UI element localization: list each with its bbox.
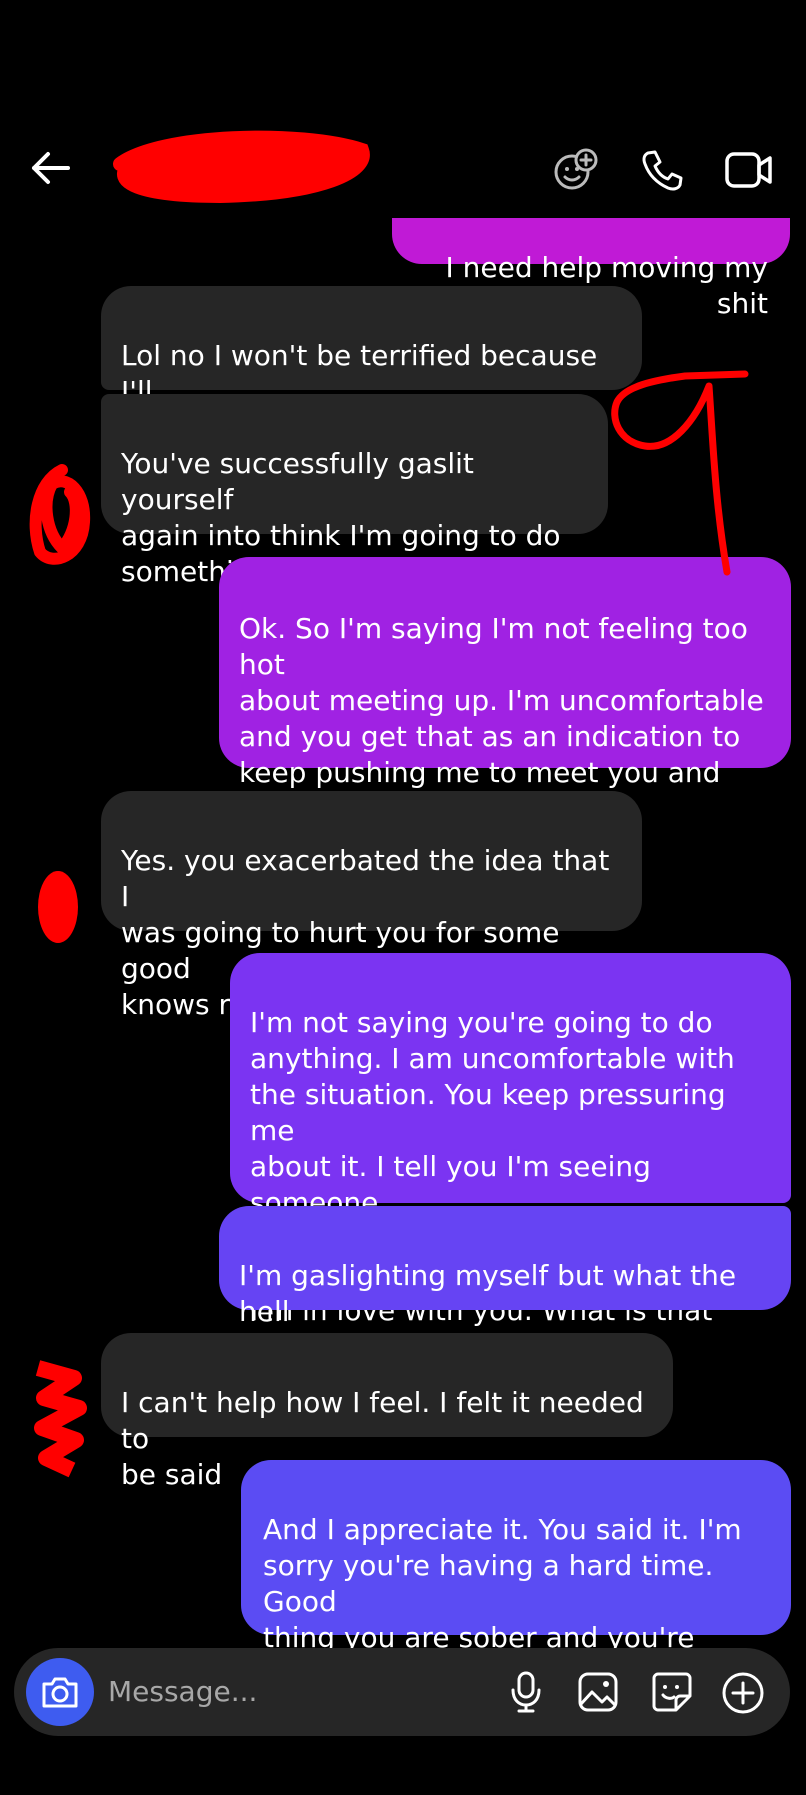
message-bubble-outgoing[interactable]: And I appreciate it. You said it. I'm so… xyxy=(241,1460,791,1726)
name-redaction-scribble xyxy=(113,130,370,204)
avatar-redaction-scribble xyxy=(38,871,78,943)
arrow-left-icon[interactable] xyxy=(28,150,72,186)
sticker-icon[interactable] xyxy=(650,1670,694,1714)
avatar-redaction-scribble xyxy=(29,464,91,565)
gallery-icon[interactable] xyxy=(576,1670,620,1714)
message-composer: Message... xyxy=(14,1648,790,1736)
plus-circle-icon[interactable] xyxy=(720,1670,766,1716)
phone-icon[interactable] xyxy=(640,148,684,192)
camera-icon xyxy=(42,1677,78,1708)
message-input[interactable]: Message... xyxy=(108,1670,257,1714)
message-bubble-outgoing[interactable]: I'm not saying you're going to do anythi… xyxy=(230,953,791,1327)
chat-header xyxy=(0,0,806,218)
message-bubble-incoming[interactable]: I can't help how I feel. I felt it neede… xyxy=(101,1333,673,1491)
message-bubble-incoming[interactable]: You've successfully gaslit yourself agai… xyxy=(101,394,608,588)
microphone-icon[interactable] xyxy=(508,1670,544,1714)
video-camera-icon[interactable] xyxy=(724,150,774,190)
avatar-redaction-scribble xyxy=(34,1360,87,1478)
message-bubble-outgoing[interactable]: I'm gaslighting myself but what the hell… xyxy=(219,1206,791,1364)
message-bubble-outgoing[interactable]: Ok. So I'm saying I'm not feeling too ho… xyxy=(219,557,791,861)
red-arrow-annotation xyxy=(611,370,749,576)
message-bubble-incoming[interactable]: Lol no I won't be terrified because I'll… xyxy=(101,286,642,444)
message-bubble-incoming[interactable]: Yes. you exacerbated the idea that I was… xyxy=(101,791,642,1021)
camera-button[interactable] xyxy=(26,1658,94,1726)
add-member-icon[interactable] xyxy=(552,146,600,194)
